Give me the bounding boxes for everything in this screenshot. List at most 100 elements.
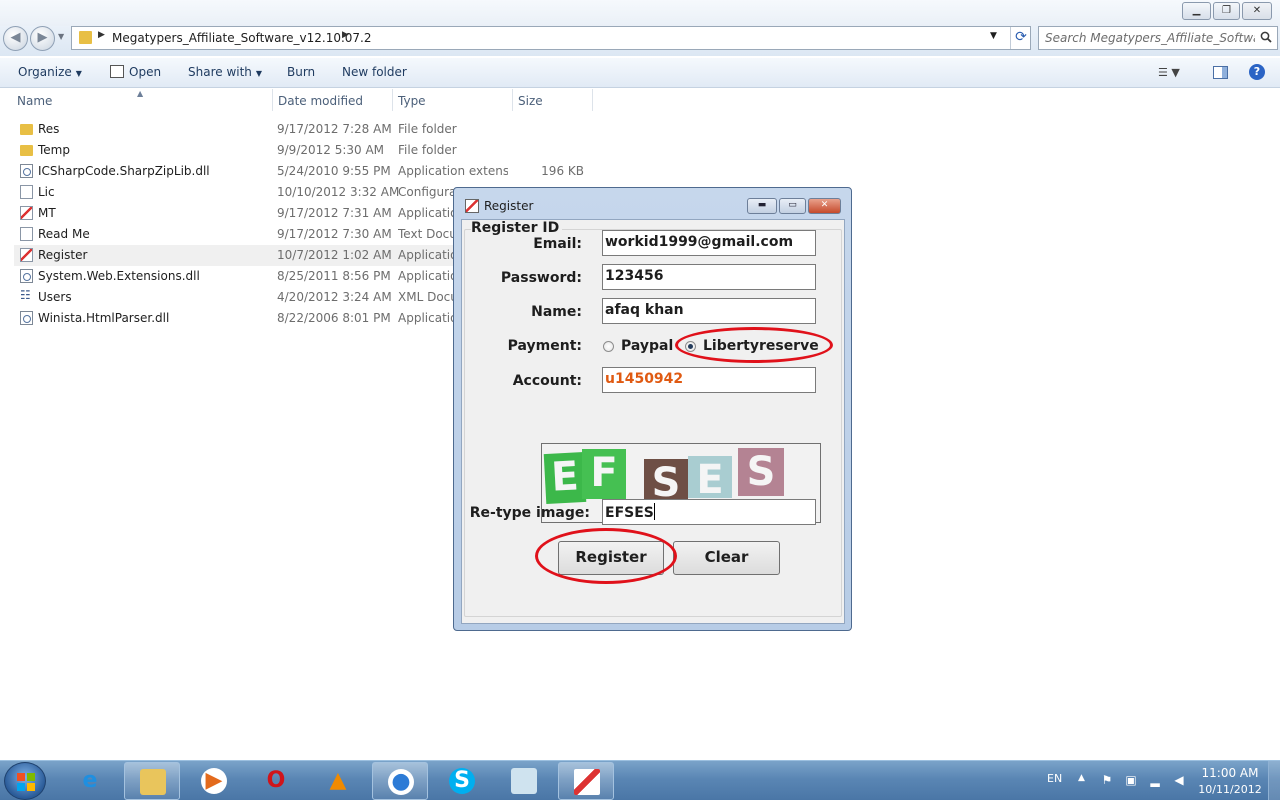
burn-button[interactable]: Burn bbox=[287, 65, 315, 79]
chrome-icon: ● bbox=[388, 769, 414, 795]
password-field[interactable]: 123456 bbox=[602, 264, 816, 290]
file-row[interactable]: Res 9/17/2012 7:28 AM File folder bbox=[14, 119, 594, 140]
preview-pane-icon[interactable] bbox=[1213, 66, 1228, 79]
taskbar-button-skype[interactable]: S bbox=[434, 762, 490, 800]
breadcrumb-arrow-icon[interactable]: ▶ bbox=[342, 30, 349, 40]
start-button[interactable] bbox=[4, 762, 46, 800]
dll-icon bbox=[20, 269, 33, 283]
file-type: File folder bbox=[398, 122, 457, 136]
sort-ascending-icon: ▲ bbox=[137, 89, 144, 98]
retype-image-value: EFSES bbox=[605, 505, 654, 521]
column-size[interactable]: Size bbox=[518, 94, 543, 108]
column-type[interactable]: Type bbox=[398, 94, 426, 108]
paypal-radio[interactable] bbox=[603, 341, 614, 352]
opera-icon: O bbox=[266, 768, 286, 793]
file-row[interactable]: ICSharpCode.SharpZipLib.dll 5/24/2010 9:5… bbox=[14, 161, 594, 182]
annotation-circle-payment bbox=[675, 327, 833, 363]
show-hidden-icons-button[interactable]: ▲ bbox=[1078, 773, 1085, 783]
paypal-radio-label[interactable]: Paypal bbox=[621, 338, 673, 354]
breadcrumb-arrow-icon[interactable]: ▶ bbox=[98, 30, 105, 40]
address-dropdown-icon[interactable]: ▼ bbox=[990, 31, 997, 41]
open-icon bbox=[110, 65, 124, 78]
column-divider[interactable] bbox=[592, 89, 593, 111]
email-field[interactable]: workid1999@gmail.com bbox=[602, 230, 816, 256]
show-desktop-button[interactable] bbox=[1268, 761, 1280, 800]
organize-button[interactable]: Organize ▼ bbox=[18, 65, 82, 79]
media-player-icon: ▶ bbox=[201, 768, 227, 794]
file-name: Users bbox=[38, 290, 72, 304]
windows-logo-icon bbox=[17, 773, 35, 791]
file-name: Winista.HtmlParser.dll bbox=[38, 311, 170, 325]
share-with-button[interactable]: Share with ▼ bbox=[188, 65, 262, 79]
column-divider[interactable] bbox=[512, 89, 513, 111]
taskbar-button-file-explorer[interactable] bbox=[124, 762, 180, 800]
taskbar-button-register-app[interactable] bbox=[558, 762, 614, 800]
back-button[interactable]: ◀ bbox=[3, 26, 28, 51]
dialog-title: Register bbox=[484, 199, 534, 213]
dialog-minimize-button[interactable]: ▬ bbox=[747, 198, 777, 214]
account-field[interactable]: u1450942 bbox=[602, 367, 816, 393]
file-type: File folder bbox=[398, 143, 457, 157]
folder-icon bbox=[20, 145, 33, 156]
file-date-modified: 8/25/2011 8:56 PM bbox=[277, 269, 391, 283]
refresh-button[interactable]: ⟳ bbox=[1010, 27, 1031, 49]
taskbar-button-media-player[interactable]: ▶ bbox=[186, 762, 242, 800]
dialog-close-button[interactable]: ✕ bbox=[808, 198, 841, 214]
internet-explorer-icon: e bbox=[82, 768, 98, 793]
text-cursor bbox=[653, 503, 655, 520]
clear-button[interactable]: Clear bbox=[673, 541, 780, 575]
language-indicator[interactable]: EN bbox=[1047, 772, 1062, 785]
explorer-titlebar: ▁ ❐ ✕ bbox=[0, 0, 1280, 26]
file-name: Lic bbox=[38, 185, 55, 199]
file-name: System.Web.Extensions.dll bbox=[38, 269, 200, 283]
taskbar-button-opera[interactable]: O bbox=[248, 762, 304, 800]
help-icon[interactable]: ? bbox=[1249, 64, 1265, 80]
column-date-modified[interactable]: Date modified bbox=[278, 94, 363, 108]
dialog-client-area: Register ID Email: workid1999@gmail.com … bbox=[461, 219, 845, 624]
new-folder-button[interactable]: New folder bbox=[342, 65, 407, 79]
forward-button[interactable]: ▶ bbox=[30, 26, 55, 51]
minimize-button[interactable]: ▁ bbox=[1182, 2, 1211, 20]
search-icon[interactable] bbox=[1260, 31, 1272, 43]
search-placeholder: Search Megatypers_Affiliate_Software... bbox=[1045, 31, 1255, 45]
file-size: 196 KB bbox=[541, 164, 584, 178]
address-bar[interactable]: ▶ Megatypers_Affiliate_Software_v12.10.0… bbox=[71, 26, 1031, 50]
maximize-button[interactable]: ❐ bbox=[1213, 2, 1240, 20]
taskbar-button-internet-explorer[interactable]: e bbox=[62, 762, 118, 800]
open-button[interactable]: Open bbox=[110, 65, 161, 79]
application-icon bbox=[20, 206, 33, 220]
change-view-button[interactable]: ☰ ▼ bbox=[1158, 66, 1180, 79]
breadcrumb[interactable]: Megatypers_Affiliate_Software_v12.10.07.… bbox=[112, 31, 372, 45]
captcha-letter: S bbox=[738, 448, 784, 496]
captcha-letter: F bbox=[582, 449, 626, 499]
column-name[interactable]: Name bbox=[17, 94, 52, 108]
column-divider[interactable] bbox=[392, 89, 393, 111]
volume-icon[interactable]: ◀ bbox=[1172, 773, 1186, 787]
file-explorer-icon bbox=[140, 769, 166, 795]
clock-time[interactable]: 11:00 AM bbox=[1190, 766, 1270, 780]
application-icon bbox=[20, 248, 33, 262]
file-date-modified: 9/9/2012 5:30 AM bbox=[277, 143, 385, 157]
recent-pages-button[interactable]: ▼ bbox=[58, 32, 64, 41]
column-divider[interactable] bbox=[272, 89, 273, 111]
safely-remove-hardware-icon[interactable]: ▣ bbox=[1124, 773, 1138, 787]
account-label: Account: bbox=[512, 373, 582, 389]
name-label: Name: bbox=[531, 304, 582, 320]
search-input[interactable]: Search Megatypers_Affiliate_Software... bbox=[1038, 26, 1278, 50]
clock-date[interactable]: 10/11/2012 bbox=[1190, 783, 1270, 796]
dialog-maximize-button[interactable]: ▭ bbox=[779, 198, 806, 214]
action-center-flag-icon[interactable]: ⚑ bbox=[1100, 773, 1114, 787]
name-field[interactable]: afaq khan bbox=[602, 298, 816, 324]
taskbar-button-notepad[interactable] bbox=[496, 762, 552, 800]
network-signal-icon[interactable]: ▂ bbox=[1148, 773, 1162, 787]
file-name: Register bbox=[38, 248, 88, 262]
taskbar-button-vlc[interactable]: ▲ bbox=[310, 762, 366, 800]
retype-image-field[interactable]: EFSES bbox=[602, 499, 816, 525]
close-button[interactable]: ✕ bbox=[1242, 2, 1272, 20]
file-row[interactable]: Temp 9/9/2012 5:30 AM File folder bbox=[14, 140, 594, 161]
taskbar-button-chrome[interactable]: ● bbox=[372, 762, 428, 800]
file-date-modified: 8/22/2006 8:01 PM bbox=[277, 311, 391, 325]
group-title: Register ID bbox=[471, 220, 563, 236]
file-name: MT bbox=[38, 206, 56, 220]
file-name: Res bbox=[38, 122, 60, 136]
